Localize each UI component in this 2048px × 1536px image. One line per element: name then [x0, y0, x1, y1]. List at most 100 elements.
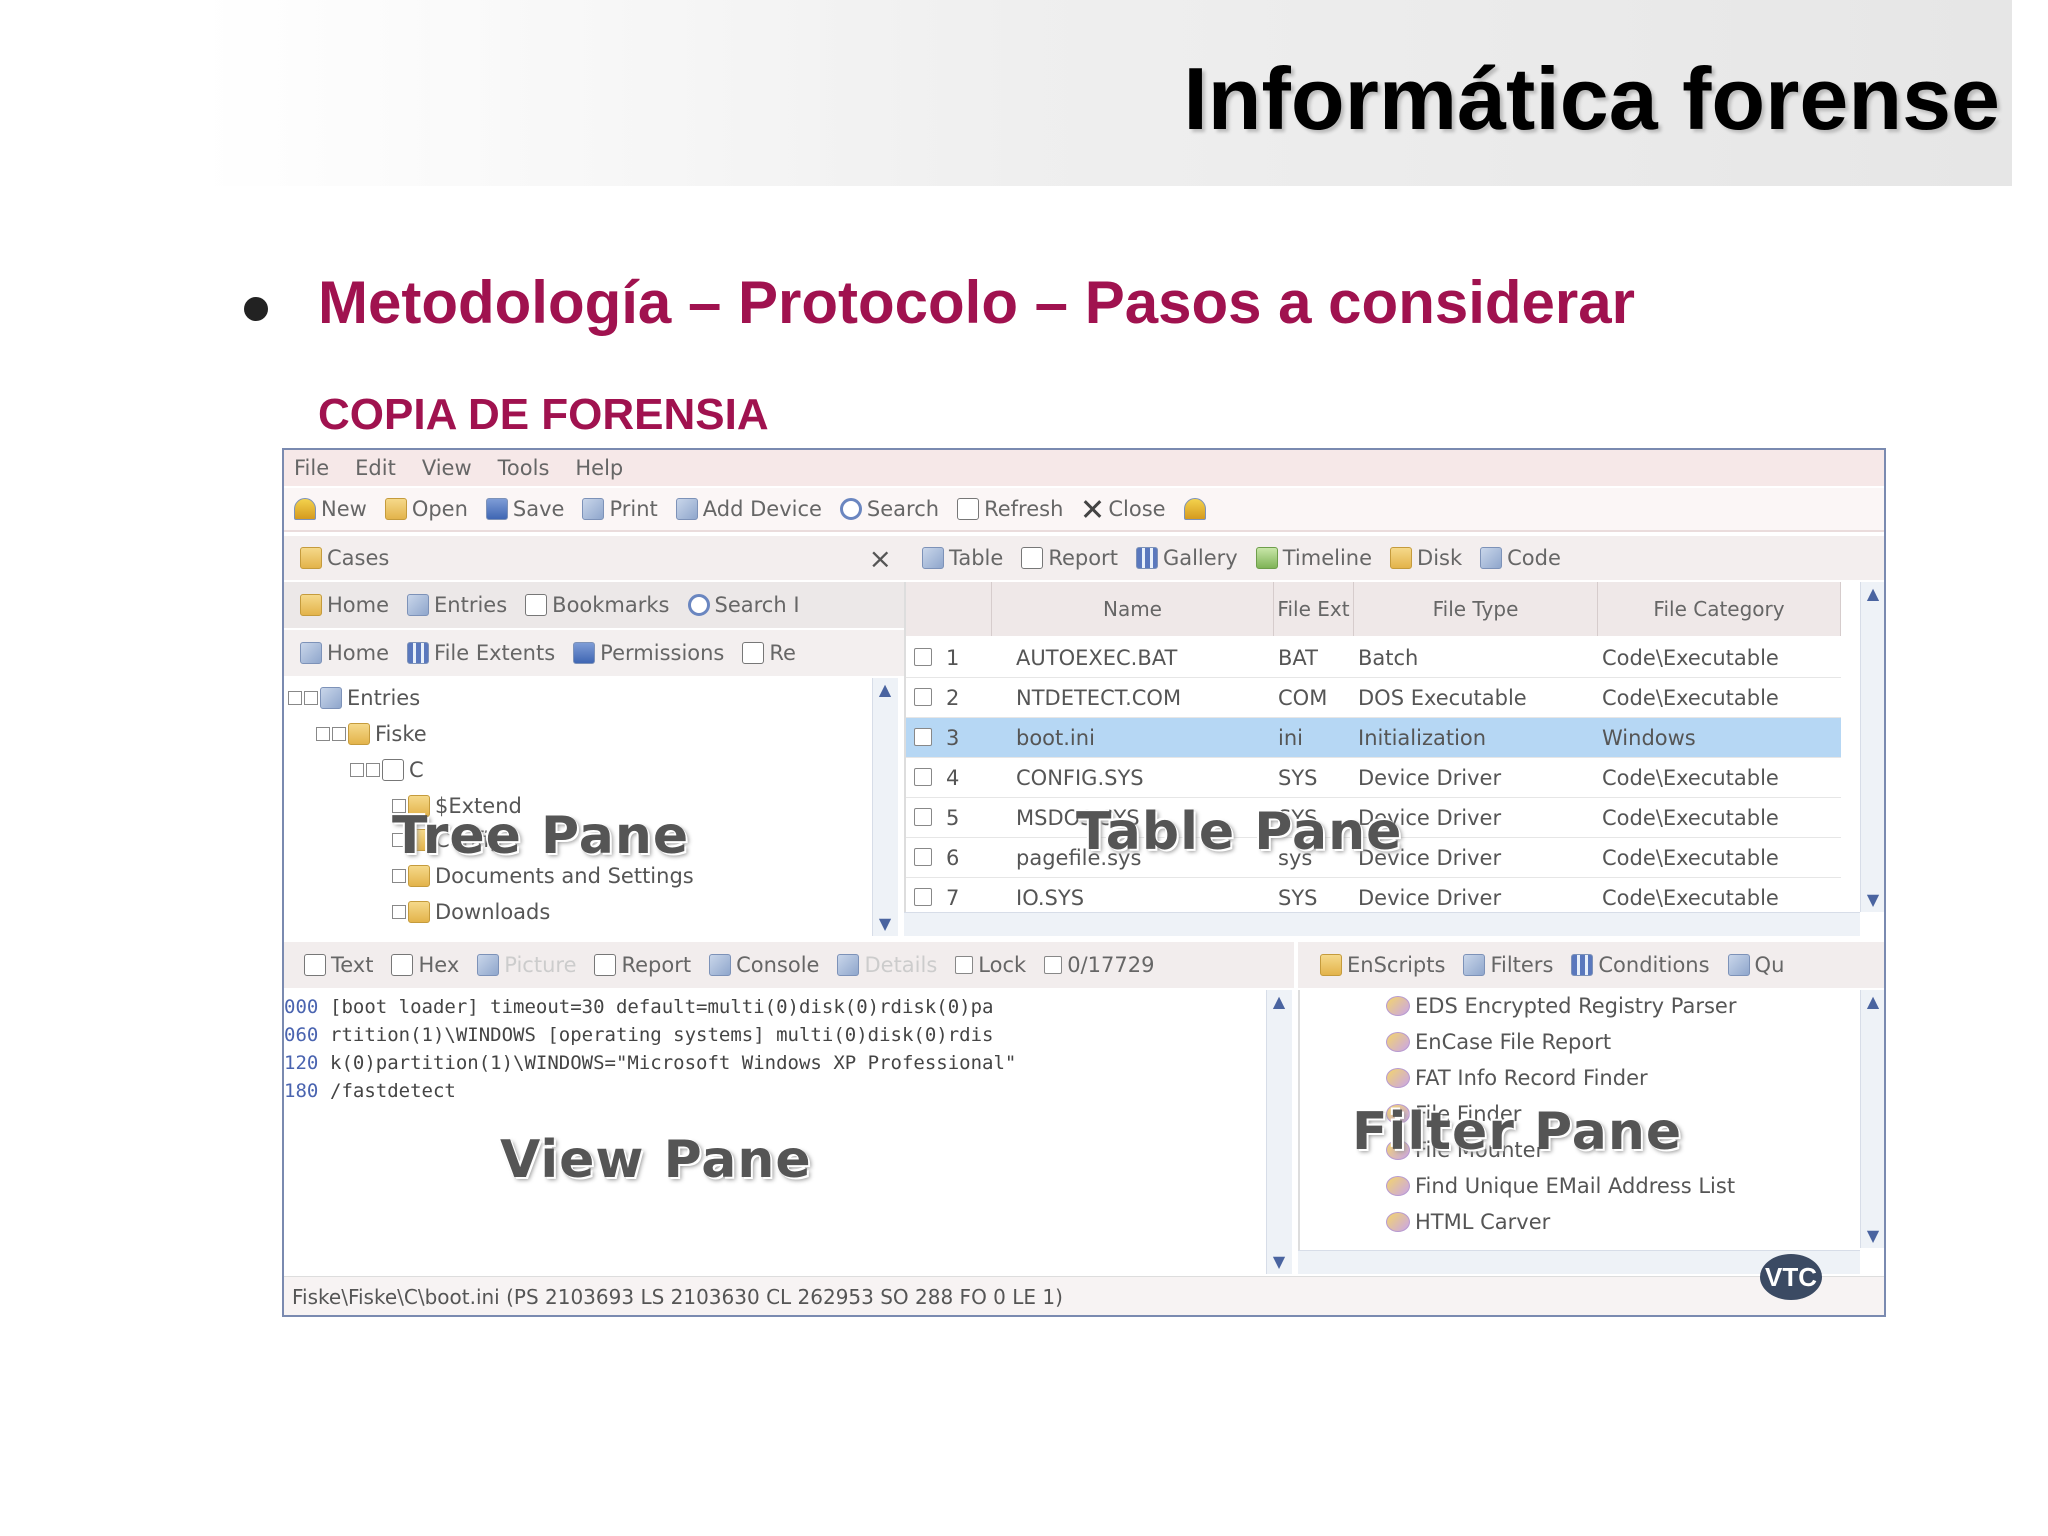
row-text: rtition(1)\WINDOWS [operating systems] m…	[330, 1024, 994, 1046]
filter-tab-bar: EnScripts Filters Conditions Qu	[1298, 942, 1884, 988]
table-cell-n: 2	[946, 685, 960, 710]
chevron-up-icon[interactable]: ▲	[1863, 584, 1883, 604]
col-header-name[interactable]: Name	[992, 582, 1274, 636]
tab-disk[interactable]: Disk	[1390, 546, 1462, 570]
filter-pane-label: Filter Pane	[1352, 1102, 1683, 1162]
tab-report[interactable]: Report	[1021, 546, 1118, 570]
tab-code[interactable]: Code	[1480, 546, 1561, 570]
script-icon	[1386, 1068, 1410, 1088]
tab-enscripts[interactable]: EnScripts	[1320, 953, 1445, 977]
chevron-down-icon[interactable]: ▼	[1863, 1226, 1883, 1246]
row-checkbox[interactable]	[914, 768, 932, 786]
menu-edit[interactable]: Edit	[355, 456, 396, 480]
col-header-ext[interactable]: File Ext	[1274, 582, 1354, 636]
filter-item[interactable]: Find Unique EMail Address List	[1386, 1174, 1735, 1198]
lock-checkbox[interactable]: Lock	[955, 953, 1026, 977]
tab-home-label: Home	[327, 593, 390, 617]
floppy-icon	[485, 498, 508, 520]
tab-report-view[interactable]: Report	[594, 953, 691, 977]
chevron-down-icon[interactable]: ▼	[875, 914, 895, 934]
table-row[interactable]: 1 AUTOEXEC.BAT BAT Batch Code\Executable	[906, 638, 1841, 678]
menu-tools[interactable]: Tools	[498, 456, 550, 480]
tab-queries[interactable]: Qu	[1727, 953, 1784, 977]
menu-help[interactable]: Help	[575, 456, 623, 480]
row-checkbox[interactable]	[914, 688, 932, 706]
filter-scrollbar[interactable]: ▲ ▼	[1860, 990, 1884, 1248]
tab-bookmarks[interactable]: Bookmarks	[525, 593, 670, 617]
tab-filters[interactable]: Filters	[1463, 953, 1553, 977]
tree-node-downloads[interactable]: Downloads	[392, 900, 550, 924]
tab-text[interactable]: Text	[304, 953, 373, 977]
row-checkbox[interactable]	[914, 888, 932, 906]
timeline-icon	[1255, 547, 1278, 569]
tab-file-extents[interactable]: File Extents	[407, 641, 555, 665]
tab-home-2[interactable]: Home	[300, 641, 389, 665]
filter-item[interactable]: FAT Info Record Finder	[1386, 1066, 1648, 1090]
tab-cases[interactable]: Cases	[300, 546, 389, 570]
chevron-down-icon[interactable]: ▼	[1269, 1252, 1289, 1272]
up-button[interactable]	[1183, 498, 1211, 520]
row-checkbox[interactable]	[914, 648, 932, 666]
tree-scrollbar[interactable]: ▲ ▼	[872, 678, 898, 936]
cases-icon	[300, 547, 322, 569]
tab-references[interactable]: Re	[742, 641, 796, 665]
close-button[interactable]: Close	[1081, 497, 1165, 521]
text-row: 180 /fastdetect	[284, 1080, 456, 1108]
print-button[interactable]: Print	[582, 497, 658, 521]
tree-node-fiske[interactable]: Fiske	[316, 722, 427, 746]
view-tab-bar: Text Hex Picture Report Console Details …	[284, 942, 1294, 988]
row-checkbox[interactable]	[914, 848, 932, 866]
tab-conditions-label: Conditions	[1598, 953, 1710, 977]
printer-icon	[582, 498, 605, 520]
search-button[interactable]: Search	[839, 497, 939, 521]
row-checkbox[interactable]	[914, 728, 932, 746]
position-counter: 0/17729	[1044, 953, 1154, 977]
tab-gallery[interactable]: Gallery	[1135, 546, 1238, 570]
table-pane: Name File Ext File Type File Category 1 A…	[904, 582, 1884, 936]
tab-table[interactable]: Table	[922, 546, 1003, 570]
filter-item[interactable]: HTML Carver	[1386, 1210, 1550, 1234]
table-hscrollbar[interactable]	[904, 912, 1860, 936]
close-pane-icon[interactable]: ×	[869, 542, 892, 575]
tab-conditions[interactable]: Conditions	[1571, 953, 1710, 977]
tree-node-c[interactable]: C	[350, 758, 424, 782]
filter-label: EnCase File Report	[1415, 1030, 1612, 1054]
chevron-down-icon[interactable]: ▼	[1863, 890, 1883, 910]
table-row[interactable]: 2 NTDETECT.COM COM DOS Executable Code\Execu…	[906, 678, 1841, 718]
tree-node-documents[interactable]: Documents and Settings	[392, 864, 694, 888]
table-scrollbar[interactable]: ▲ ▼	[1860, 582, 1884, 912]
chevron-up-icon[interactable]: ▲	[1863, 992, 1883, 1012]
open-button[interactable]: Open	[384, 497, 468, 521]
tab-details-label: Details	[864, 953, 938, 977]
picture-icon	[477, 954, 500, 976]
table-row[interactable]: 4 CONFIG.SYS SYS Device Driver Code\Executab…	[906, 758, 1841, 798]
col-header-category[interactable]: File Category	[1598, 582, 1841, 636]
filter-item[interactable]: EnCase File Report	[1386, 1030, 1611, 1054]
tab-hex[interactable]: Hex	[391, 953, 459, 977]
tab-details[interactable]: Details	[837, 953, 937, 977]
add-device-button[interactable]: Add Device	[675, 497, 822, 521]
view-scrollbar[interactable]: ▲ ▼	[1266, 990, 1292, 1274]
filter-item[interactable]: EDS Encrypted Registry Parser	[1386, 994, 1736, 1018]
menu-view[interactable]: View	[422, 456, 472, 480]
tab-timeline-label: Timeline	[1282, 546, 1373, 570]
vtc-logo: VTC	[1760, 1254, 1822, 1300]
tab-picture[interactable]: Picture	[477, 953, 576, 977]
col-header-index[interactable]	[906, 582, 992, 636]
tab-permissions[interactable]: Permissions	[573, 641, 724, 665]
tab-console[interactable]: Console	[709, 953, 819, 977]
save-button[interactable]: Save	[485, 497, 564, 521]
tab-home[interactable]: Home	[300, 593, 389, 617]
menu-file[interactable]: File	[294, 456, 329, 480]
tab-search[interactable]: Search I	[687, 593, 800, 617]
new-button[interactable]: New	[294, 497, 367, 521]
row-checkbox[interactable]	[914, 808, 932, 826]
col-header-type[interactable]: File Type	[1354, 582, 1598, 636]
chevron-up-icon[interactable]: ▲	[1269, 992, 1289, 1012]
tab-timeline[interactable]: Timeline	[1255, 546, 1373, 570]
chevron-up-icon[interactable]: ▲	[875, 680, 895, 700]
refresh-button[interactable]: Refresh	[957, 497, 1063, 521]
table-row[interactable]: 3 boot.ini ini Initialization Windows	[906, 718, 1841, 758]
tab-entries[interactable]: Entries	[407, 593, 507, 617]
tree-node-entries[interactable]: Entries	[288, 686, 420, 710]
